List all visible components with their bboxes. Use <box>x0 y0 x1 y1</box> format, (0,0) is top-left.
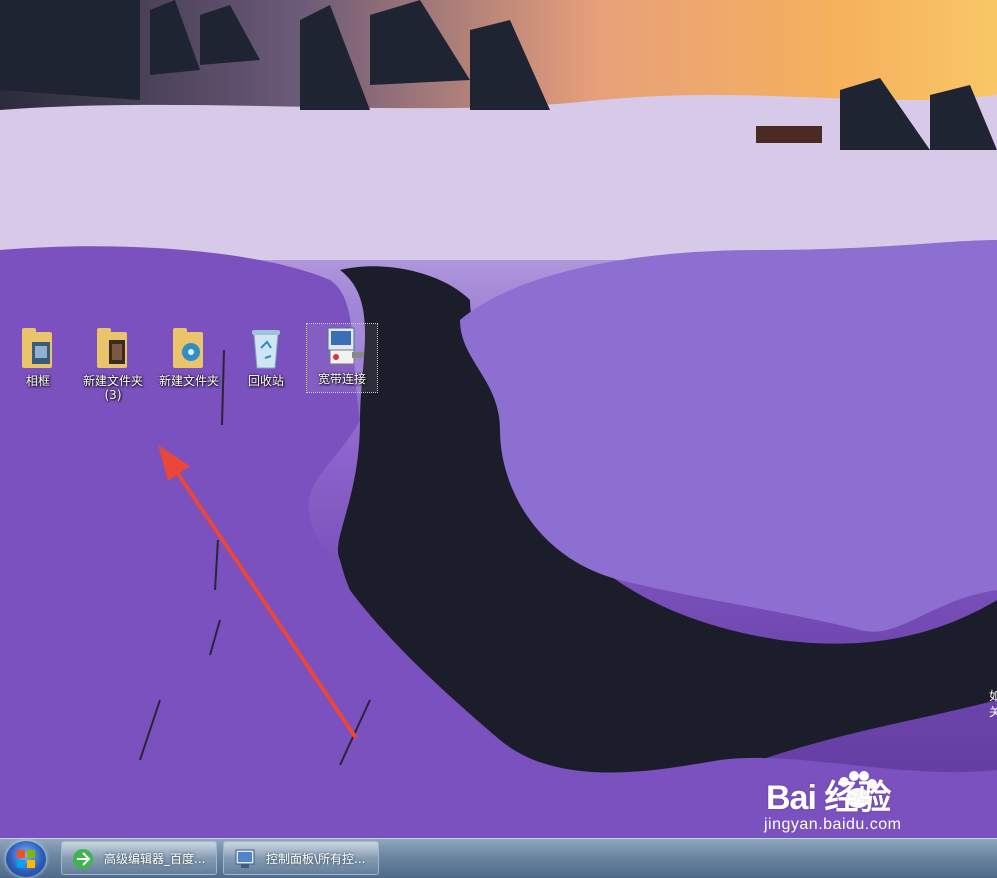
desktop-icon-photo-frame[interactable]: 相框 <box>3 326 73 388</box>
recycle-bin-icon <box>248 326 284 370</box>
taskbar-item-label: 控制面板\所有控... <box>266 852 366 866</box>
watermark-url: jingyan.baidu.com <box>764 816 902 833</box>
icon-label: 宽带连接 <box>317 372 366 386</box>
taskbar-item-control-panel[interactable]: 控制面板\所有控... <box>223 841 379 875</box>
taskbar-item-label: 高级编辑器_百度... <box>104 852 206 866</box>
desktop-icon-new-folder[interactable]: 新建文件夹 <box>154 326 224 388</box>
folder-photos-icon <box>20 326 56 370</box>
control-panel-icon <box>235 849 255 868</box>
icon-label: 相框 <box>25 374 50 388</box>
wallpaper-scene <box>0 0 997 838</box>
partial-edge-text: 如关 <box>989 689 997 719</box>
browser-icon <box>73 849 93 869</box>
baidu-jingyan-watermark: Bai 经验 jingyan.baidu.com <box>764 770 994 838</box>
desktop[interactable]: 相框 新建文件夹 (3) 新建文件夹 回收站 宽带连接 如关 Bai 经验 jin… <box>0 0 997 838</box>
start-button[interactable] <box>6 841 46 877</box>
desktop-icon-recycle-bin[interactable]: 回收站 <box>231 326 301 388</box>
folder-movies-icon <box>95 326 131 370</box>
icon-label: 回收站 <box>247 374 284 388</box>
taskbar: 高级编辑器_百度... 控制面板\所有控... <box>0 838 997 878</box>
desktop-icon-new-folder-3[interactable]: 新建文件夹 (3) <box>78 326 148 402</box>
taskbar-item-browser[interactable]: 高级编辑器_百度... <box>61 841 217 875</box>
watermark-logo: Bai 经验 <box>766 779 891 817</box>
broadband-connection-icon <box>324 324 364 368</box>
icon-label: 新建文件夹 (3) <box>82 374 143 402</box>
folder-media-icon <box>171 326 207 370</box>
desktop-icon-broadband-connection[interactable]: 宽带连接 <box>306 323 378 393</box>
windows-start-icon <box>17 850 35 868</box>
icon-label: 新建文件夹 <box>158 374 219 388</box>
